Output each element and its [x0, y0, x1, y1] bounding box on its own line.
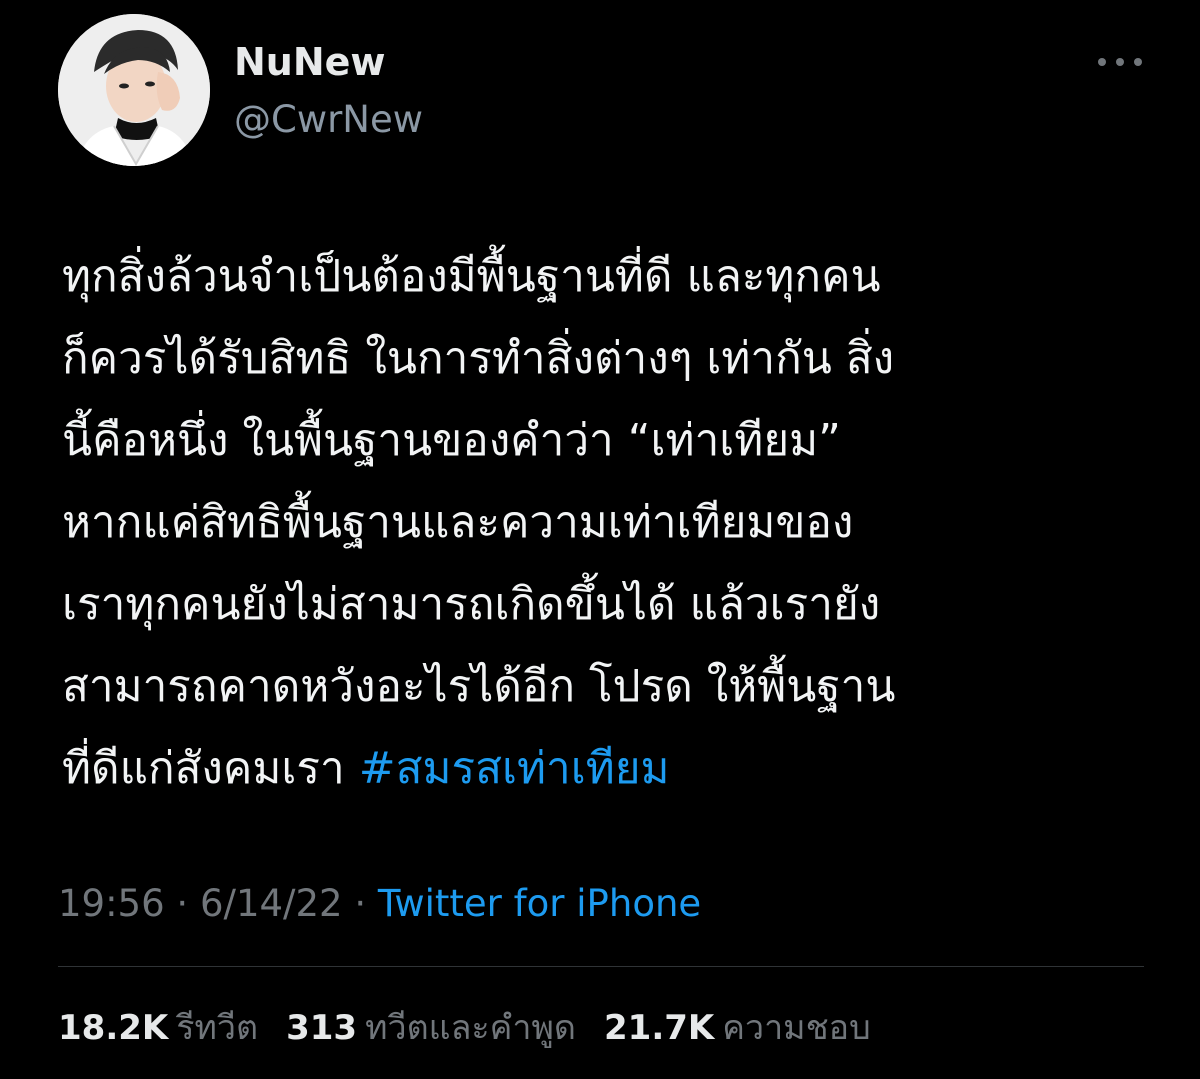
like-count: 21.7K [604, 1008, 715, 1048]
quotes-stat[interactable]: 313 ทวีตและคำพูด [286, 1000, 576, 1056]
more-dot [1116, 58, 1124, 66]
more-dot [1134, 58, 1142, 66]
retweet-count: 18.2K [58, 1008, 169, 1048]
more-options-icon[interactable] [1098, 50, 1142, 74]
user-handle[interactable]: @CwrNew [234, 96, 423, 144]
tweet-time[interactable]: 19:56 [58, 882, 165, 925]
meta-separator: · [342, 882, 378, 925]
hashtag-link[interactable]: #สมรสเท่าเทียม [359, 743, 670, 794]
tweet-text-line: หากแค่สิทธิพื้นฐานและความเท่าเทียมของ [62, 497, 854, 548]
retweet-label: รีทวีต [176, 1008, 259, 1048]
tweet-text-line: เราทุกคนยังไม่สามารถเกิดขึ้นได้ แล้วเราย… [62, 579, 881, 630]
divider [58, 966, 1144, 967]
like-label: ความชอบ [722, 1008, 871, 1048]
more-dot [1098, 58, 1106, 66]
tweet-date[interactable]: 6/14/22 [200, 882, 343, 925]
tweet-text-line: ทุกสิ่งล้วนจำเป็นต้องมีพื้นฐานที่ดี และท… [62, 251, 881, 302]
display-name[interactable]: NuNew [234, 38, 386, 86]
likes-stat[interactable]: 21.7K ความชอบ [604, 1000, 871, 1056]
retweets-stat[interactable]: 18.2K รีทวีต [58, 1000, 258, 1056]
tweet-text: ทุกสิ่งล้วนจำเป็นต้องมีพื้นฐานที่ดี และท… [62, 236, 1162, 810]
tweet-text-line: ก็ควรได้รับสิทธิ ในการทำสิ่งต่างๆ เท่ากั… [62, 333, 895, 384]
tweet-text-line: นี้คือหนึ่ง ในพื้นฐานของคำว่า “เท่าเทียม… [62, 415, 841, 466]
meta-separator: · [164, 882, 200, 925]
tweet-text-line-last: ที่ดีแก่สังคมเรา #สมรสเท่าเทียม [62, 728, 1162, 810]
avatar-image [58, 14, 210, 166]
tweet-detail: NuNew @CwrNew ทุกสิ่งล้วนจำเป็นต้องมีพื้… [0, 0, 1200, 1079]
avatar[interactable] [58, 14, 210, 166]
tweet-text-tail: ที่ดีแก่สังคมเรา [62, 743, 359, 794]
quote-label: ทวีตและคำพูด [365, 1008, 577, 1048]
tweet-meta: 19:56 · 6/14/22 · Twitter for iPhone [58, 878, 701, 930]
quote-count: 313 [286, 1008, 358, 1048]
tweet-source-link[interactable]: Twitter for iPhone [378, 882, 701, 925]
tweet-text-line: สามารถคาดหวังอะไรได้อีก โปรด ให้พื้นฐาน [62, 661, 896, 712]
tweet-stats: 18.2K รีทวีต 313 ทวีตและคำพูด 21.7K ความชอบ [58, 1000, 871, 1056]
